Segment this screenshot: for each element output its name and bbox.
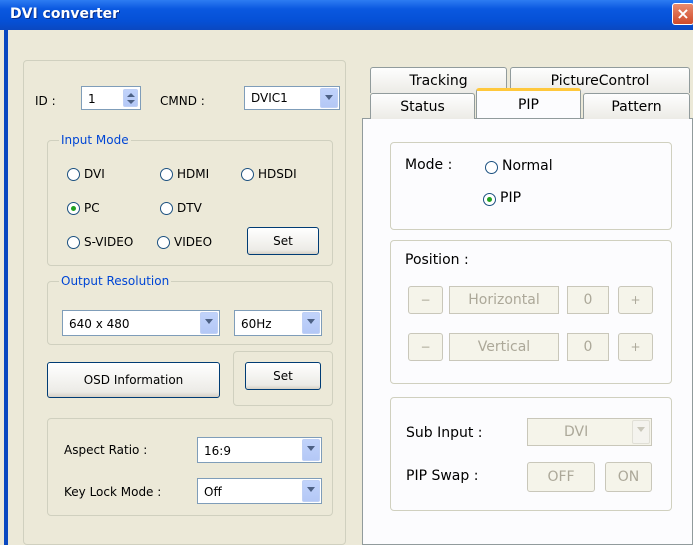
cmnd-value: DVIC1 — [251, 91, 288, 105]
vertical-plus-button[interactable]: + — [618, 333, 653, 361]
horizontal-plus-button[interactable]: + — [618, 286, 653, 314]
chevron-down-icon — [302, 312, 320, 334]
osd-set-button[interactable]: Set — [245, 362, 321, 390]
vertical-minus-button[interactable]: − — [408, 333, 443, 361]
resolution-value: 640 x 480 — [69, 317, 130, 331]
radio-dvi[interactable] — [67, 168, 80, 181]
close-icon: × — [676, 4, 690, 23]
mode-label: Mode : — [405, 157, 453, 173]
radio-hdsdi[interactable] — [241, 168, 254, 181]
input-mode-legend: Input Mode — [59, 133, 131, 147]
horizontal-label-field: Horizontal — [449, 286, 559, 314]
radio-video-label[interactable]: VIDEO — [174, 235, 212, 249]
pip-swap-off-button[interactable]: OFF — [527, 462, 595, 492]
radio-normal-label[interactable]: Normal — [502, 158, 553, 174]
id-spinner[interactable]: 1 — [81, 86, 141, 110]
sub-input-select[interactable]: DVI — [527, 418, 652, 446]
id-label: ID : — [35, 94, 56, 108]
chevron-down-icon — [302, 439, 320, 461]
pip-swap-on-button[interactable]: ON — [605, 462, 652, 492]
aspect-ratio-label: Aspect Ratio : — [64, 443, 148, 457]
cmnd-select[interactable]: DVIC1 — [244, 86, 340, 110]
id-value: 1 — [88, 92, 96, 106]
sub-input-group — [390, 397, 672, 511]
radio-pc[interactable] — [67, 202, 80, 215]
pip-swap-label: PIP Swap : — [406, 468, 479, 484]
aspect-ratio-select[interactable]: 16:9 — [197, 437, 322, 463]
sub-input-value: DVI — [564, 424, 589, 440]
key-lock-label: Key Lock Mode : — [64, 485, 162, 499]
close-button[interactable]: × — [672, 3, 693, 25]
radio-normal[interactable] — [485, 161, 498, 174]
chevron-down-icon — [320, 88, 338, 108]
refresh-value: 60Hz — [241, 317, 272, 331]
radio-s-video-label[interactable]: S-VIDEO — [84, 235, 133, 249]
window-frame-left — [4, 30, 8, 545]
refresh-select[interactable]: 60Hz — [234, 310, 322, 336]
horizontal-value-field[interactable]: 0 — [567, 286, 609, 314]
mode-group — [390, 142, 672, 230]
key-lock-value: Off — [204, 485, 222, 499]
vertical-value-field[interactable]: 0 — [567, 333, 609, 361]
radio-pip-label[interactable]: PIP — [500, 190, 521, 206]
vertical-label-field: Vertical — [449, 333, 559, 361]
aspect-ratio-value: 16:9 — [204, 444, 231, 458]
tab-pip[interactable]: PIP — [476, 88, 581, 118]
radio-dtv-label[interactable]: DTV — [177, 201, 202, 215]
radio-dtv[interactable] — [160, 202, 173, 215]
radio-hdmi-label[interactable]: HDMI — [177, 167, 209, 181]
radio-video[interactable] — [157, 236, 170, 249]
spin-arrows-icon[interactable] — [123, 89, 138, 107]
key-lock-select[interactable]: Off — [197, 478, 322, 504]
tab-status[interactable]: Status — [370, 93, 475, 119]
position-label: Position : — [405, 252, 469, 268]
radio-pip[interactable] — [483, 193, 496, 206]
radio-hdmi[interactable] — [160, 168, 173, 181]
radio-dvi-label[interactable]: DVI — [84, 167, 105, 181]
cmnd-label: CMND : — [160, 94, 205, 108]
resolution-select[interactable]: 640 x 480 — [62, 310, 220, 336]
radio-s-video[interactable] — [67, 236, 80, 249]
output-resolution-legend: Output Resolution — [59, 274, 172, 288]
horizontal-minus-button[interactable]: − — [408, 286, 443, 314]
radio-pc-label[interactable]: PC — [84, 201, 100, 215]
sub-input-label: Sub Input : — [406, 425, 483, 441]
chevron-down-icon — [200, 312, 218, 334]
radio-hdsdi-label[interactable]: HDSDI — [258, 167, 297, 181]
window-title: DVI converter — [10, 6, 120, 22]
chevron-down-icon — [632, 420, 650, 444]
tab-pattern[interactable]: Pattern — [583, 93, 690, 119]
chevron-down-icon — [302, 480, 320, 502]
osd-information-button[interactable]: OSD Information — [47, 362, 220, 398]
input-mode-set-button[interactable]: Set — [247, 227, 319, 255]
